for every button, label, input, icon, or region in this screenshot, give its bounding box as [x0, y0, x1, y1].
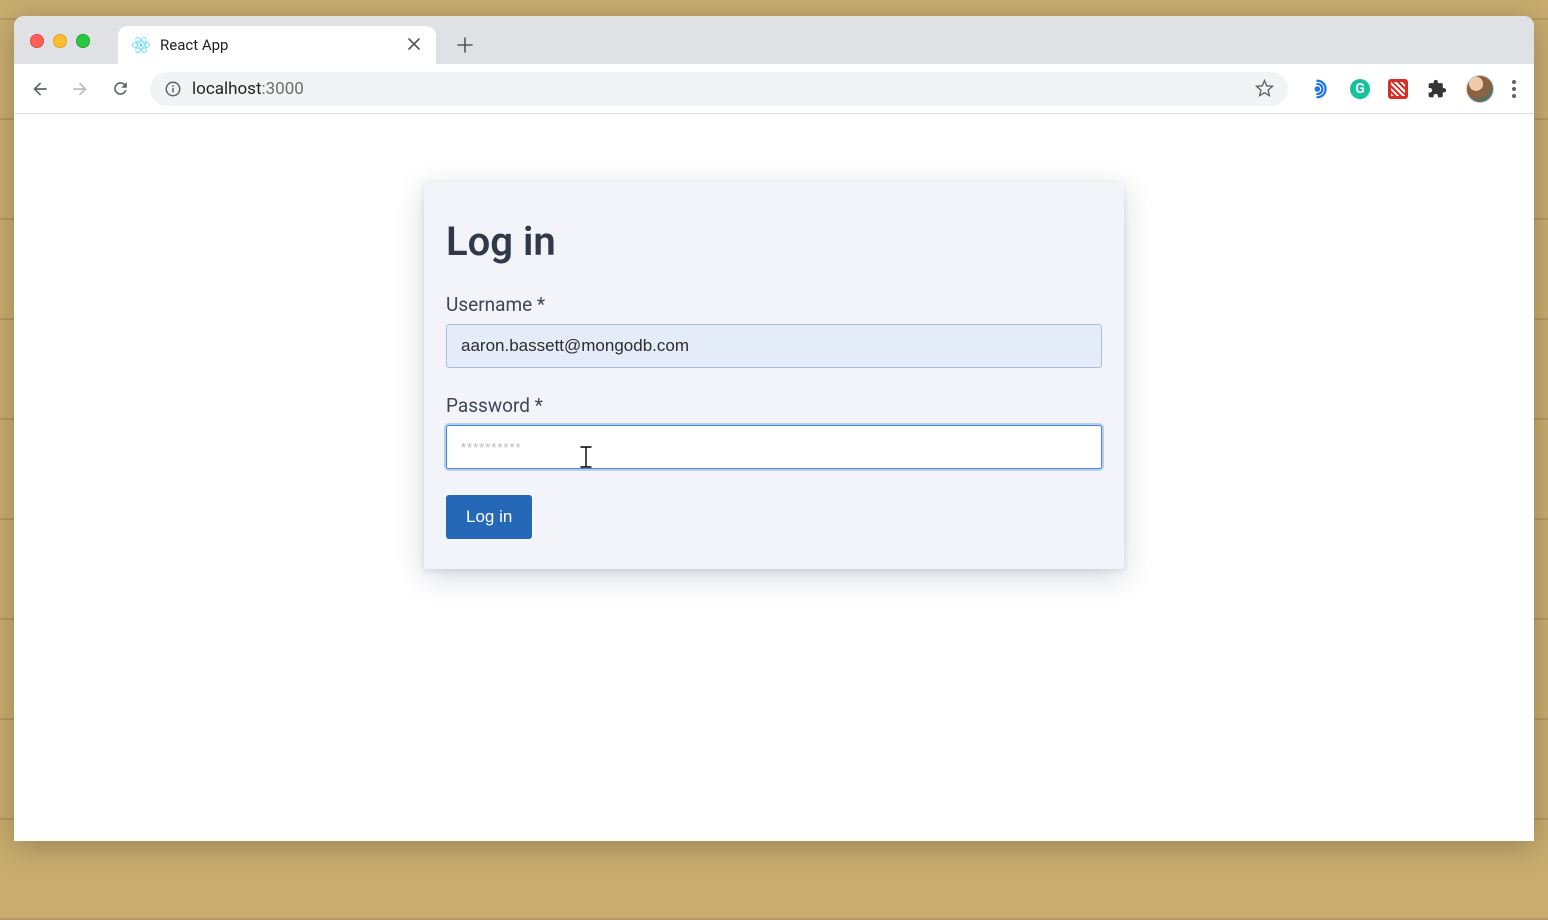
reload-button[interactable] — [104, 73, 136, 105]
window-close-button[interactable] — [30, 34, 44, 48]
profile-avatar[interactable] — [1466, 75, 1494, 103]
cast-icon[interactable] — [1310, 78, 1332, 100]
extensions-menu-icon[interactable] — [1426, 78, 1448, 100]
window-minimize-button[interactable] — [53, 34, 67, 48]
window-fullscreen-button[interactable] — [76, 34, 90, 48]
url-host: localhost — [192, 79, 262, 99]
browser-menu-button[interactable] — [1512, 80, 1516, 98]
password-input[interactable] — [446, 425, 1102, 469]
react-favicon-icon — [132, 36, 150, 54]
username-label: Username * — [446, 293, 1102, 316]
tab-strip: React App — [14, 16, 1534, 64]
login-card: Log in Username * Password * Log in — [424, 182, 1124, 569]
page-viewport: Log in Username * Password * Log in — [14, 114, 1534, 841]
username-group: Username * — [446, 293, 1102, 368]
url-text: localhost:3000 — [192, 79, 1245, 99]
forward-button[interactable] — [64, 73, 96, 105]
back-button[interactable] — [24, 73, 56, 105]
extension-icon[interactable] — [1388, 79, 1408, 99]
browser-toolbar: localhost:3000 G — [14, 64, 1534, 114]
extension-icons: G — [1302, 75, 1524, 103]
new-tab-button[interactable] — [450, 30, 480, 60]
tab-title: React App — [160, 36, 398, 54]
login-submit-button[interactable]: Log in — [446, 495, 532, 539]
grammarly-extension-icon[interactable]: G — [1350, 79, 1370, 99]
login-heading: Log in — [446, 218, 1102, 265]
url-path: :3000 — [262, 79, 304, 99]
browser-tab[interactable]: React App — [118, 26, 436, 64]
site-info-icon[interactable] — [164, 80, 182, 98]
password-group: Password * — [446, 394, 1102, 469]
password-label: Password * — [446, 394, 1102, 417]
address-bar[interactable]: localhost:3000 — [150, 72, 1288, 106]
username-input[interactable] — [446, 324, 1102, 368]
browser-window: React App localhost:3000 — [14, 16, 1534, 841]
window-controls — [30, 34, 90, 48]
close-tab-button[interactable] — [408, 38, 422, 52]
bookmark-star-icon[interactable] — [1255, 79, 1274, 98]
